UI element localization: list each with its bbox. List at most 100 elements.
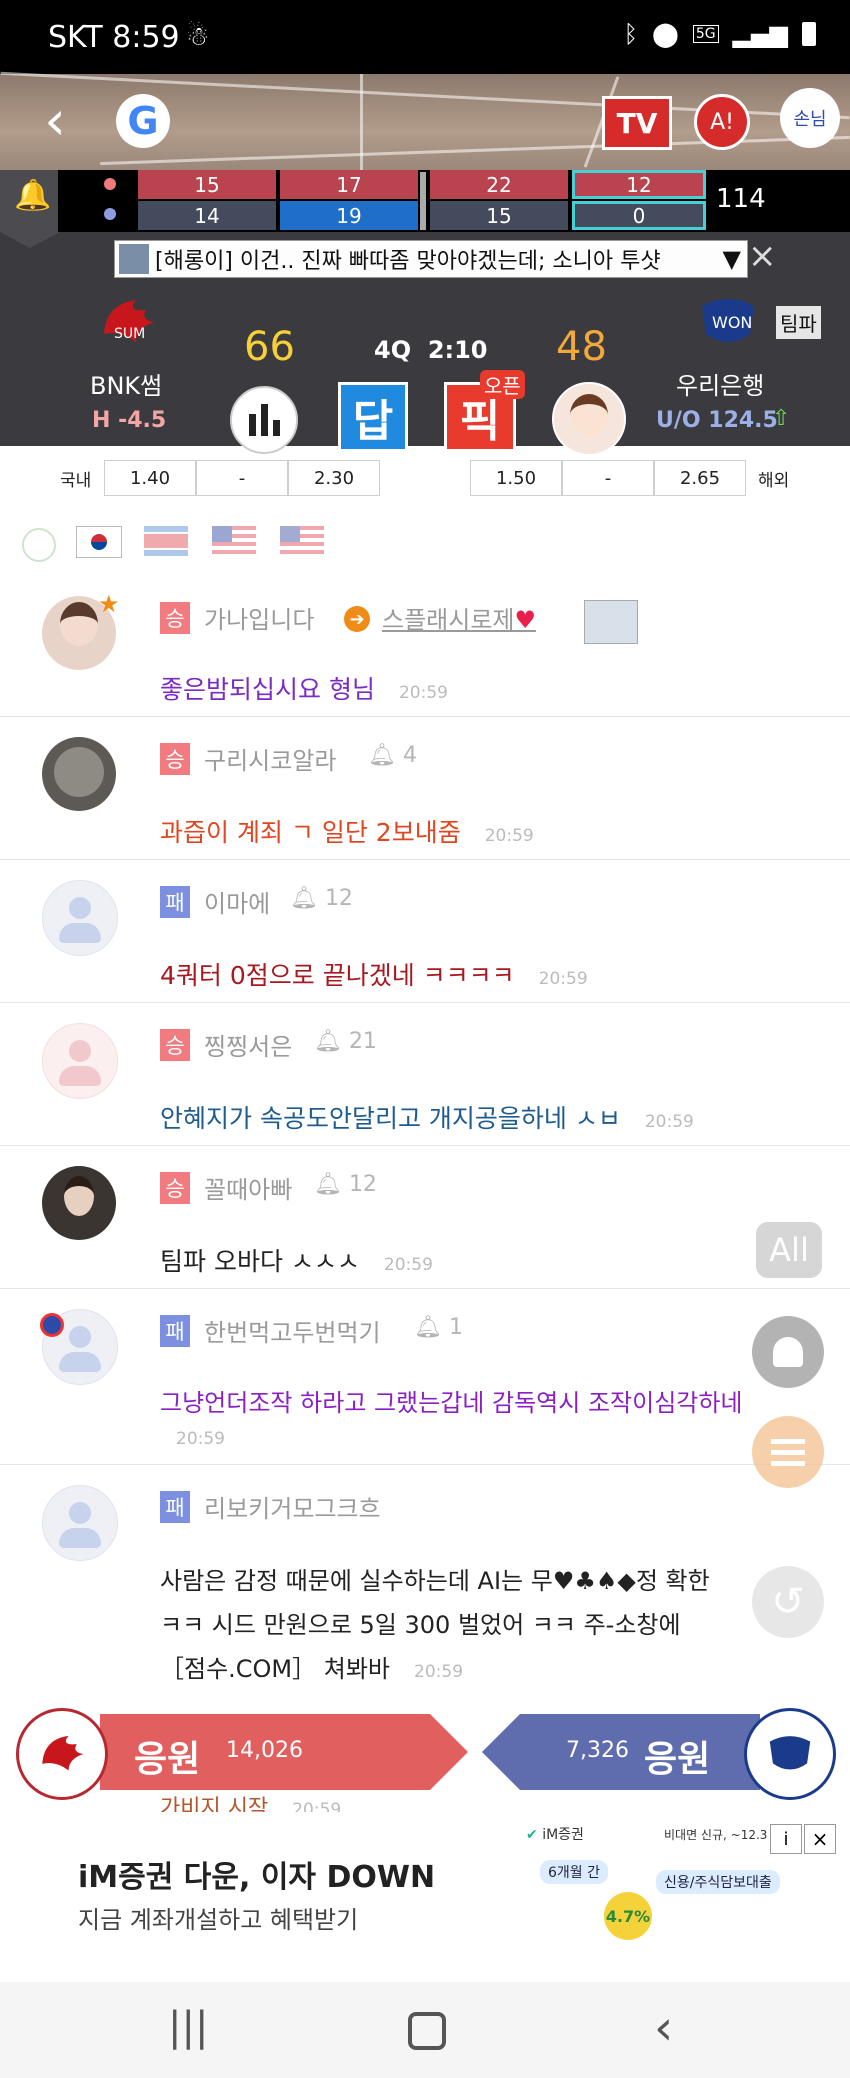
menu-line-icon [771,1438,805,1444]
comment-message: 팀파 오바다 ㅅㅅㅅ [160,1247,360,1276]
globe-icon[interactable] [22,528,56,562]
away-cheer-logo[interactable] [744,1708,836,1800]
reporter-avatar-button[interactable] [552,382,626,456]
answer-button[interactable]: 답 [338,382,408,452]
comment-time: 20:59 [176,1429,225,1449]
nickname[interactable]: 이마에 [204,884,270,919]
away-team-logo: WON [692,294,764,350]
all-filter-button[interactable]: All [756,1222,822,1278]
home-cheer-logo[interactable] [16,1708,108,1800]
away-ou: U/O 124.5 [656,408,778,433]
usa-flag-icon[interactable] [280,526,324,556]
nickname[interactable]: 꼴때아빠 [204,1170,292,1205]
result-badge: 패 [160,1491,190,1523]
like-count[interactable]: 🔔︎ 21 [314,1029,377,1054]
app-notification-icon: ☃ [186,22,210,52]
guest-profile-button[interactable]: 손님 [780,88,840,148]
ad-brand: ✔ iM증권 [526,1824,584,1844]
nickname[interactable]: 한번먹고두번먹기 [204,1313,381,1348]
ad-close-icon[interactable]: × [804,1824,836,1854]
up-arrow-icon: ⇧ [772,406,791,431]
dropdown-icon[interactable]: ▼ [723,245,741,273]
svg-text:SUM: SUM [114,326,145,342]
bell-icon: 🔔︎ [414,1315,442,1340]
menu-float-button[interactable] [752,1416,824,1488]
comment-time: 20:59 [644,1112,694,1132]
avatar[interactable] [42,1166,116,1240]
avatar[interactable] [42,737,116,811]
notice-text: [해롱이] 이건.. 진짜 빠따좀 맞아야겠는데; 소니아 투샷 [155,249,661,274]
nickname[interactable]: 가나입니다 [204,600,314,635]
overseas-draw-odds[interactable]: - [562,460,654,496]
refresh-icon: ↺ [771,1579,805,1625]
notice-avatar [119,244,149,274]
battery-icon [802,22,816,46]
domestic-away-odds[interactable]: 2.30 [288,460,380,496]
sticker-icon [584,600,638,644]
list-item: 패 한번먹고두번먹기 🔔︎ 1 그냥언더조작 하라고 그랬는갑네 감독역시 조작… [0,1289,850,1465]
home-cheer-button[interactable]: 응원 [134,1730,200,1782]
bell-icon: 🔔 [14,178,52,213]
malaysia-flag-icon[interactable] [212,526,256,556]
target-nickname[interactable]: 스플래시로제♥ [382,600,536,635]
like-count[interactable]: 🔔︎ 12 [290,886,353,911]
refresh-float-button[interactable]: ↺ [752,1566,824,1638]
heart-icon: ♥ [514,606,536,634]
back-button[interactable]: ‹ [30,89,80,152]
home-icon[interactable] [408,2012,446,2050]
bell-toggle[interactable]: 🔔 [0,170,58,232]
away-score: 48 [556,324,607,370]
comment-time: 20:59 [383,1255,433,1275]
list-item: ★ 승 가나입니다 ➔ 스플래시로제♥ 좋은밤되십시요 형님 20:59 [0,576,850,717]
ad-tag: 비대면 신규, ~12.3 [664,1828,768,1842]
result-badge: 패 [160,1315,190,1347]
ad-info-icon[interactable]: i [770,1824,802,1854]
notification-float-button[interactable] [752,1316,824,1388]
home-score: 66 [244,324,295,370]
im-logo-icon: ✔ [526,1827,538,1843]
like-number: 4 [402,743,417,768]
list-item: 승 구리시코알라 🔔︎ 4 과즙이 계죄 ㄱ 일단 2보내줌 20:59 [0,717,850,860]
avatar[interactable] [42,1023,118,1099]
system-nav-bar: ||| ‹ [0,1982,850,2078]
bell-tab [0,232,60,248]
like-count[interactable]: 🔔︎ 12 [314,1172,377,1197]
stats-button[interactable] [230,386,298,454]
tv-button[interactable]: TV [602,96,672,150]
close-notice-button[interactable]: × [748,236,777,276]
recent-apps-icon[interactable]: ||| [168,2004,208,2050]
bell-icon: 🔔︎ [290,886,318,911]
result-badge: 승 [160,743,190,775]
like-count[interactable]: 🔔︎ 1 [414,1315,463,1340]
alert-button[interactable]: A! [694,94,750,150]
notice-bar[interactable]: [해롱이] 이건.. 진짜 빠따좀 맞아야겠는데; 소니아 투샷 ▼ [114,240,748,278]
back-nav-icon[interactable]: ‹ [654,2000,673,2056]
korea-flag-icon[interactable] [76,526,122,558]
nickname[interactable]: 리보키거모그크흐 [204,1489,381,1524]
nickname[interactable]: 구리시코알라 [204,741,336,776]
overseas-home-odds[interactable]: 1.50 [470,460,562,496]
google-icon[interactable]: G [116,94,170,148]
comment-message: 그냥언더조작 하라고 그랬는갑네 감독역시 조작이심각하네 [160,1389,743,1417]
bell-icon [773,1337,803,1367]
comment-text: 4쿼터 0점으로 끝나겠네 ㅋㅋㅋㅋ 20:59 [160,956,588,992]
avatar[interactable] [42,880,118,956]
like-count[interactable]: 🔔︎ 4 [368,743,417,768]
home-team-name: BNK썸 [90,372,163,400]
result-badge: 승 [160,1172,190,1204]
avatar[interactable] [42,1485,118,1561]
overseas-away-odds[interactable]: 2.65 [654,460,746,496]
nickname[interactable]: 찡찡서은 [204,1027,292,1062]
clock: SKT 8:59 [48,20,180,55]
star-icon: ★ [98,590,120,618]
domestic-draw-odds[interactable]: - [196,460,288,496]
north-korea-flag-icon[interactable] [144,526,188,556]
domestic-home-odds[interactable]: 1.40 [104,460,196,496]
tippa-badge[interactable]: 팀파 [776,306,821,339]
comment-time: 20:59 [398,683,448,703]
arrow-right-icon: ➔ [344,606,370,632]
q3-away: 15 [430,201,568,230]
ad-banner[interactable]: iM증권 다운, 이자 DOWN 지금 계좌개설하고 혜택받기 ✔ iM증권 비… [0,1812,850,1982]
away-cheer-button[interactable]: 응원 [644,1730,710,1782]
like-number: 12 [348,1172,377,1197]
